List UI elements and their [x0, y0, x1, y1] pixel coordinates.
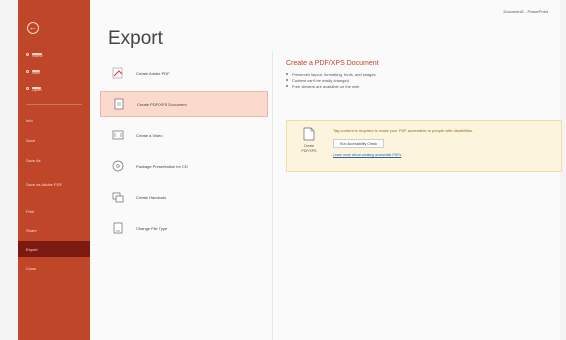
nav-item-label: Save: [26, 137, 36, 143]
nav-item-label: Share: [26, 227, 37, 233]
option-create-handouts[interactable]: Create Handouts: [100, 184, 268, 210]
nav-item-label: Home: [32, 53, 43, 58]
detail-bullet: Free viewers are available on the web: [286, 83, 566, 89]
nav-item-save-as-adobe-pdf[interactable]: Save as Adobe PDF: [18, 174, 90, 194]
back-button[interactable]: ←: [27, 22, 39, 34]
nav-item-save[interactable]: Save: [18, 132, 90, 148]
option-package-for-cd[interactable]: Package Presentation for CD: [100, 153, 268, 179]
home-icon: [26, 52, 29, 56]
option-create-pdf-xps[interactable]: Create PDF/XPS Document: [100, 91, 268, 117]
create-pdf-xps-button[interactable]: Create PDF/XPS: [295, 127, 323, 165]
nav-item-save-as[interactable]: Save As: [18, 152, 90, 168]
nav-item-new[interactable]: New: [18, 63, 90, 79]
nav-item-label: Info: [26, 117, 33, 123]
option-label: Create Handouts: [136, 194, 167, 200]
nav-item-print[interactable]: Print: [18, 203, 90, 219]
pdf-xps-icon: [113, 98, 125, 110]
nav-item-label: Open: [32, 87, 42, 92]
create-document-icon: [303, 127, 315, 141]
export-detail: Create a PDF/XPS Document Preserves layo…: [286, 60, 566, 89]
adobe-pdf-icon: [112, 67, 124, 79]
option-create-adobe-pdf[interactable]: Create Adobe PDF: [100, 60, 268, 86]
option-change-file-type[interactable]: Change File Type: [100, 215, 268, 241]
run-accessibility-check-button[interactable]: Run Accessibility Check: [333, 139, 385, 148]
accessibility-callout: Create PDF/XPS Tag content is required t…: [286, 120, 562, 172]
nav-item-share[interactable]: Share: [18, 222, 90, 238]
new-icon: [26, 69, 29, 73]
option-label: Create Adobe PDF: [136, 70, 170, 76]
learn-more-link[interactable]: Learn more about creating accessible PDF…: [333, 153, 401, 157]
backstage-nav: ← Home New Open Info Save Save As Save a…: [18, 0, 90, 340]
nav-item-close[interactable]: Close: [18, 260, 90, 276]
file-type-icon: [112, 222, 124, 234]
nav-item-export[interactable]: Export: [18, 241, 90, 257]
page-title: Export: [108, 28, 163, 49]
column-divider: [272, 52, 273, 340]
nav-item-open[interactable]: Open: [18, 80, 90, 96]
callout-message: Tag content is required to make your PDF…: [333, 128, 474, 133]
export-pane: Document1 - PowerPoint Export Create Ado…: [90, 0, 562, 340]
back-arrow-icon: ←: [29, 23, 37, 32]
option-label: Change File Type: [136, 225, 168, 231]
check-label: Run Accessibility Check: [340, 141, 378, 146]
nav-separator: [26, 104, 82, 105]
open-icon: [26, 86, 29, 90]
nav-item-label: Print: [26, 208, 35, 214]
option-label: Package Presentation for CD: [136, 163, 188, 169]
video-icon: [112, 129, 124, 141]
nav-item-info[interactable]: Info: [18, 112, 90, 128]
nav-item-label: New: [32, 70, 41, 75]
option-create-video[interactable]: Create a Video: [100, 122, 268, 148]
detail-bullets: Preserves layout, formatting, fonts, and…: [286, 71, 566, 89]
handouts-icon: [112, 191, 124, 203]
nav-item-label: Save As: [26, 157, 41, 163]
cd-icon: [112, 160, 124, 172]
nav-item-label: Save as Adobe PDF: [26, 181, 63, 187]
export-options-list: Create Adobe PDF Create PDF/XPS Document…: [90, 52, 270, 340]
option-label: Create a Video: [136, 132, 163, 138]
window-title: Document1 - PowerPoint: [503, 9, 548, 14]
nav-item-label: Export: [26, 246, 38, 252]
nav-item-home[interactable]: Home: [18, 46, 90, 62]
backstage-window: ← Home New Open Info Save Save As Save a…: [0, 0, 566, 340]
detail-heading: Create a PDF/XPS Document: [286, 60, 379, 67]
create-button-label-line2: PDF/XPS: [301, 148, 317, 153]
nav-item-label: Close: [26, 265, 37, 271]
option-label: Create PDF/XPS Document: [137, 101, 187, 107]
